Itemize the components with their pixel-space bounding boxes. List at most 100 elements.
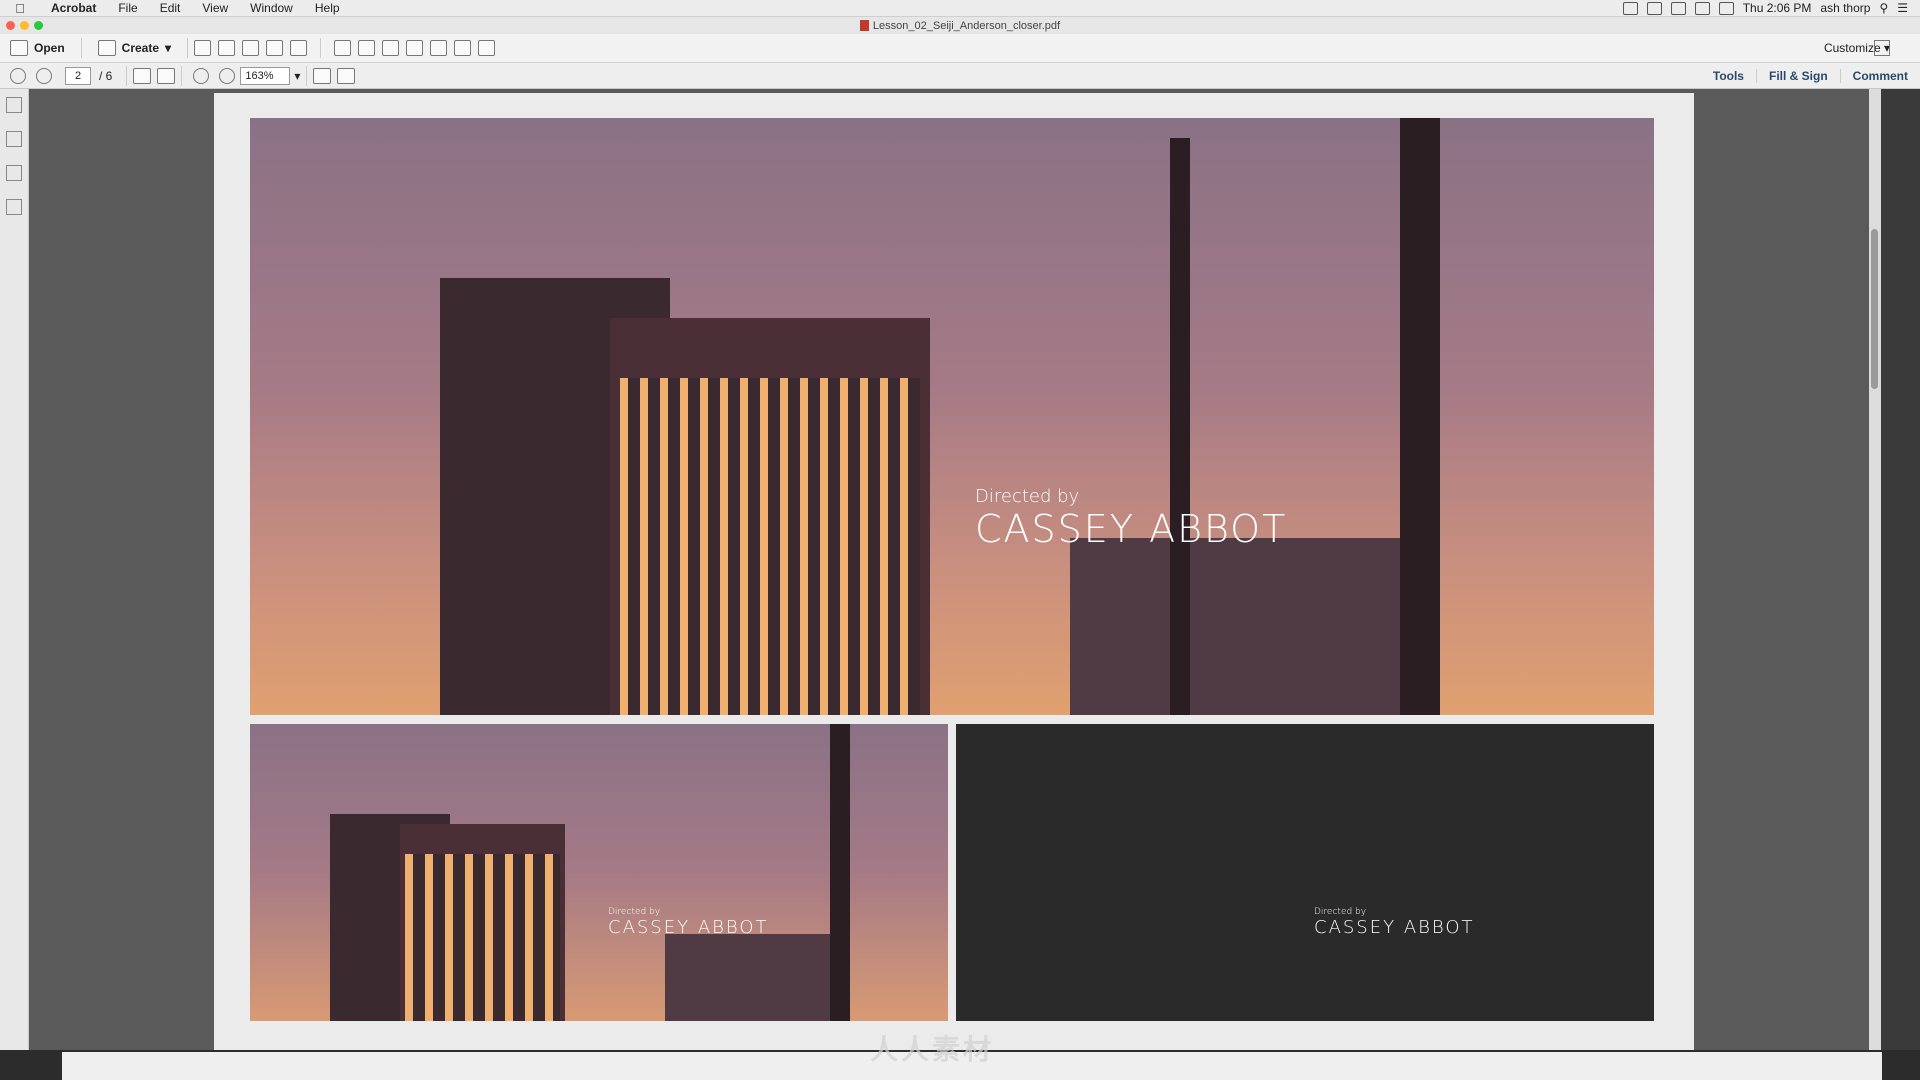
page-number-input[interactable]: 2	[65, 66, 91, 85]
settings-icon[interactable]	[334, 40, 352, 56]
divider	[126, 65, 128, 86]
zoom-in-icon[interactable]	[219, 67, 236, 84]
menu-app[interactable]: Acrobat	[40, 1, 107, 15]
minimize-icon[interactable]	[20, 21, 29, 30]
notification-icon[interactable]: ☰	[1897, 1, 1908, 15]
utility-pole	[1170, 138, 1190, 715]
create-icon	[97, 40, 116, 56]
director-name: Cassey Abbot	[1314, 917, 1475, 938]
bookmarks-icon[interactable]	[6, 131, 22, 147]
directed-by-text: Directed by	[608, 907, 661, 917]
menu-file[interactable]: File	[107, 1, 148, 15]
tools-link[interactable]: Tools	[1701, 69, 1756, 83]
director-name: Cassey Abbot	[975, 507, 1288, 551]
watermark-text: 人人素材	[870, 1034, 995, 1065]
zoom-input[interactable]: 163%	[240, 66, 291, 85]
prev-page-icon[interactable]	[10, 67, 26, 84]
folder-icon	[10, 40, 28, 56]
highlight-icon[interactable]	[382, 40, 400, 56]
document-area[interactable]: Directed by Cassey Abbot Directed by Cas…	[29, 89, 1881, 1050]
apple-icon[interactable]: 	[0, 1, 40, 16]
menu-bar:  Acrobat File Edit View Window Help Thu…	[0, 0, 1920, 17]
window-titlebar: Lesson_02_Seiji_Anderson_closer.pdf	[0, 17, 1920, 34]
status-area: Thu 2:06 PM ash thorp ⚲ ☰	[1622, 1, 1920, 15]
pdf-icon	[859, 20, 869, 31]
close-icon[interactable]	[6, 21, 15, 30]
building	[665, 934, 835, 1021]
divider	[320, 38, 322, 58]
create-button[interactable]: Create ▾	[88, 36, 181, 60]
building	[1070, 538, 1400, 715]
fullscreen-icon[interactable]	[1874, 40, 1890, 56]
fit-width-icon[interactable]	[337, 67, 356, 84]
chevron-down-icon: ▾	[165, 41, 172, 55]
protect-icon[interactable]	[478, 40, 496, 56]
scrollbar-thumb[interactable]	[1871, 229, 1878, 389]
status-icon[interactable]	[1646, 1, 1662, 15]
building-windows	[405, 854, 560, 1021]
page-total: / 6	[99, 68, 113, 83]
open-button[interactable]: Open	[0, 36, 75, 60]
customize-dropdown[interactable]: Customize ▾	[1824, 41, 1920, 55]
director-name: Cassey Abbot	[608, 917, 769, 938]
directed-by-text: Directed by	[975, 486, 1080, 507]
dropbox-icon[interactable]	[1670, 1, 1686, 15]
fill-sign-link[interactable]: Fill & Sign	[1755, 68, 1840, 83]
window-controls	[6, 21, 43, 30]
menu-help[interactable]: Help	[304, 1, 351, 15]
utility-pole	[1400, 118, 1440, 715]
signatures-icon[interactable]	[6, 199, 22, 215]
export-icon[interactable]	[430, 40, 448, 56]
combine-icon[interactable]	[454, 40, 472, 56]
building-windows	[620, 378, 920, 715]
zoom-dropdown-icon[interactable]: ▾	[294, 69, 300, 83]
fit-page-icon[interactable]	[313, 67, 332, 84]
director-credit: Directed by Cassey Abbot	[608, 907, 769, 938]
volume-icon[interactable]	[1694, 1, 1710, 15]
divider	[80, 38, 82, 58]
director-credit: Directed by Cassey Abbot	[975, 486, 1287, 551]
menu-view[interactable]: View	[191, 1, 239, 15]
page-thumbnails-icon[interactable]	[6, 97, 22, 113]
frame-large: Directed by Cassey Abbot	[250, 118, 1654, 715]
create-label: Create	[121, 41, 160, 55]
status-icon[interactable]	[1622, 1, 1638, 15]
stamp-icon[interactable]	[406, 40, 424, 56]
menu-window[interactable]: Window	[239, 1, 304, 15]
print-icon[interactable]	[242, 40, 260, 56]
right-panel-links: Tools Fill & Sign Comment	[1701, 68, 1920, 83]
email-icon[interactable]	[290, 40, 308, 56]
zoom-icon[interactable]	[34, 21, 43, 30]
menu-edit[interactable]: Edit	[149, 1, 192, 15]
hand-tool-icon[interactable]	[157, 67, 176, 84]
utility-pole	[830, 724, 850, 1021]
directed-by-text: Directed by	[1314, 907, 1367, 917]
save-icon[interactable]	[194, 40, 212, 56]
window-title: Lesson_02_Seiji_Anderson_closer.pdf	[872, 19, 1061, 32]
cloud-upload-icon[interactable]	[218, 40, 236, 56]
comment-icon[interactable]	[358, 40, 376, 56]
zoom-out-icon[interactable]	[193, 67, 210, 84]
select-tool-icon[interactable]	[133, 67, 152, 84]
toolbar-icons	[194, 38, 496, 58]
user-name[interactable]: ash thorp	[1820, 1, 1870, 15]
edit-icon[interactable]	[266, 40, 284, 56]
customize-label: Customize	[1823, 41, 1881, 55]
pdf-page: Directed by Cassey Abbot Directed by Cas…	[214, 93, 1694, 1050]
vertical-scrollbar[interactable]	[1869, 89, 1881, 1050]
frame-small-left: Directed by Cassey Abbot	[250, 724, 948, 1021]
main-toolbar: Open Create ▾ Customize ▾	[0, 34, 1920, 63]
next-page-icon[interactable]	[36, 67, 52, 84]
divider	[306, 65, 308, 86]
navigation-toolbar: 2 / 6 163% ▾ Tools Fill & Sign Comment	[0, 63, 1920, 89]
attachments-icon[interactable]	[6, 165, 22, 181]
comment-link[interactable]: Comment	[1839, 68, 1920, 83]
search-icon[interactable]: ⚲	[1879, 1, 1888, 15]
clock[interactable]: Thu 2:06 PM	[1743, 1, 1812, 15]
open-label: Open	[34, 41, 65, 55]
wifi-icon[interactable]	[1718, 1, 1734, 15]
frame-small-right: Directed by Cassey Abbot	[956, 724, 1654, 1021]
director-credit: Directed by Cassey Abbot	[1314, 907, 1475, 938]
left-nav-pane	[0, 89, 29, 1050]
divider	[181, 65, 183, 86]
